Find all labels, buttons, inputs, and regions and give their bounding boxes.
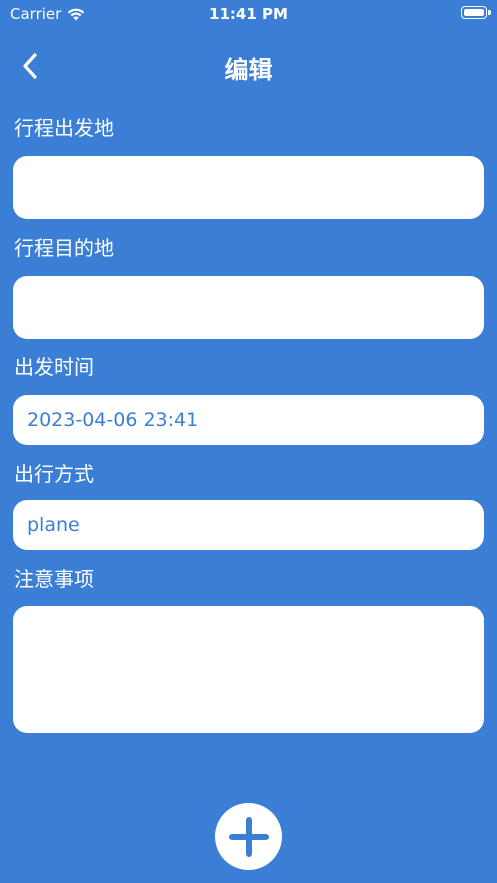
travel-mode-label: 出行方式 xyxy=(14,462,94,486)
add-button[interactable] xyxy=(215,803,282,870)
travel-mode-input[interactable] xyxy=(13,500,484,550)
departure-time-input[interactable] xyxy=(13,395,484,445)
status-bar: Carrier 11:41 PM xyxy=(0,0,497,30)
plus-icon xyxy=(228,816,269,857)
departure-time-label: 出发时间 xyxy=(14,355,94,379)
notes-label: 注意事项 xyxy=(14,567,94,591)
page-title: 编辑 xyxy=(224,56,273,84)
battery-icon xyxy=(461,6,491,19)
departure-input[interactable] xyxy=(13,156,484,219)
departure-label: 行程出发地 xyxy=(14,116,114,140)
navigation-bar: 编辑 xyxy=(0,40,497,90)
destination-input[interactable] xyxy=(13,276,484,339)
status-time: 11:41 PM xyxy=(209,5,288,23)
destination-label: 行程目的地 xyxy=(14,236,114,260)
notes-textarea[interactable] xyxy=(13,606,484,733)
